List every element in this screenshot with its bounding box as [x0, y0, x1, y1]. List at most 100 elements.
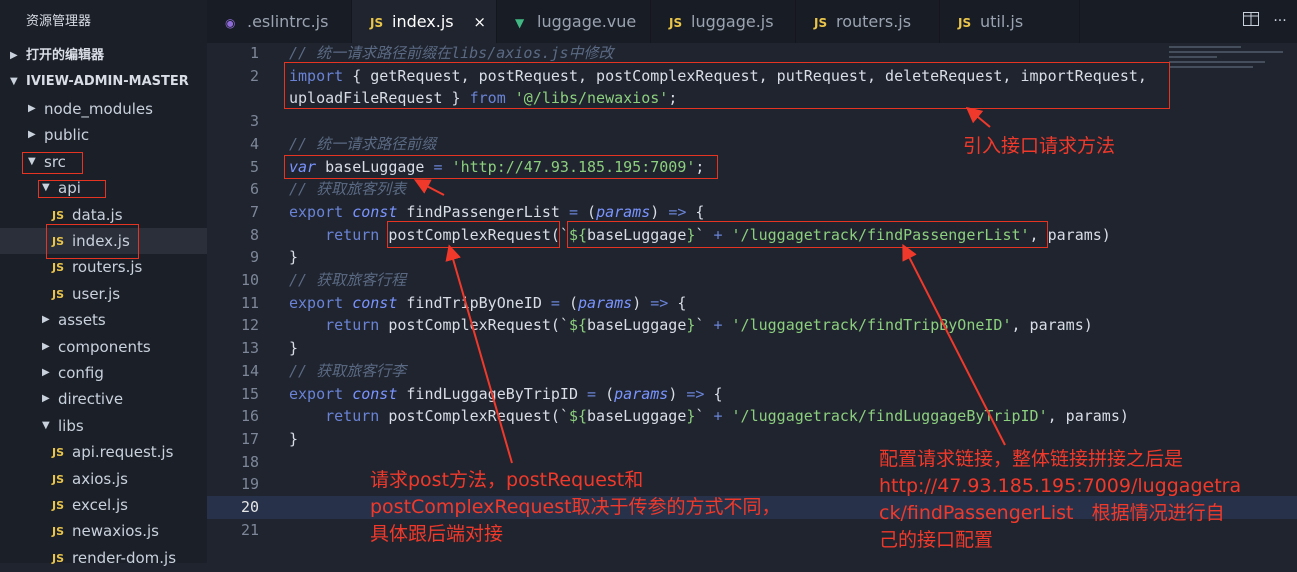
- code-text: export const findTripByOneID = (params) …: [289, 292, 686, 315]
- tab-label: .eslintrc.js: [247, 12, 329, 31]
- folder-item[interactable]: ▶ components: [0, 334, 207, 360]
- code-line[interactable]: uploadFileRequest } from '@/libs/newaxio…: [207, 87, 1297, 110]
- code-token: uploadFileRequest }: [289, 89, 470, 108]
- js-file-icon: JS: [52, 208, 65, 222]
- open-editors-section[interactable]: ▶ 打开的编辑器: [0, 43, 207, 69]
- folder-item[interactable]: ▼ libs: [0, 413, 207, 439]
- tab-label: luggage.js: [691, 12, 774, 31]
- line-number: 1: [249, 44, 259, 62]
- tab--eslintrc-js[interactable]: ◉ .eslintrc.js: [207, 0, 352, 43]
- file-item[interactable]: JS index.js: [0, 228, 207, 254]
- code-token: export: [289, 384, 344, 403]
- url-annotation-line-3: ck/findPassengerList 根据情况进行自: [879, 502, 1225, 524]
- tab-routers-js[interactable]: JS routers.js: [796, 0, 940, 43]
- tree-item-label: assets: [58, 311, 106, 330]
- code-token: =>: [686, 384, 705, 403]
- chevron-right-icon: ▶: [42, 393, 50, 405]
- code-line[interactable]: 4 // 统一请求路径前缀: [207, 133, 1297, 156]
- file-item[interactable]: JS routers.js: [0, 254, 207, 280]
- code-token: '/luggagetrack/findTripByOneID': [731, 316, 1012, 335]
- folder-item[interactable]: ▼ src: [0, 149, 207, 175]
- code-line[interactable]: 12 return postComplexRequest(`${baseLugg…: [207, 314, 1297, 337]
- file-item[interactable]: JS newaxios.js: [0, 518, 207, 544]
- line-number: 11: [240, 293, 259, 312]
- code-token: =>: [668, 202, 687, 221]
- code-text: return postComplexRequest(`${baseLuggage…: [289, 405, 1129, 428]
- code-line[interactable]: 11 export const findTripByOneID = (params…: [207, 292, 1297, 315]
- chevron-right-icon: ▶: [42, 314, 50, 326]
- code-token: `: [695, 225, 714, 244]
- code-text: return postComplexRequest(`${baseLuggage…: [289, 314, 1093, 337]
- tab-index-js[interactable]: JS index.js ×: [352, 0, 497, 43]
- chevron-down-icon: ▼: [42, 182, 50, 194]
- folder-item[interactable]: ▶ node_modules: [0, 96, 207, 122]
- url-annotation-line-1: 配置请求链接，整体链接拼接之后是: [879, 448, 1184, 470]
- code-line[interactable]: 16 return postComplexRequest(`${baseLugg…: [207, 405, 1297, 428]
- file-item[interactable]: JS user.js: [0, 281, 207, 307]
- code-line[interactable]: 5 var baseLuggage = 'http://47.93.185.195…: [207, 156, 1297, 179]
- code-token: // 获取旅客列表: [289, 180, 407, 199]
- code-text: // 获取旅客行程: [289, 269, 406, 292]
- js-file-icon: JS: [52, 261, 65, 275]
- code-line[interactable]: 8 return postComplexRequest(`${baseLugga…: [207, 224, 1297, 247]
- js-file-icon: JS: [52, 446, 65, 460]
- file-item[interactable]: JS axios.js: [0, 466, 207, 492]
- folder-item[interactable]: ▶ config: [0, 360, 207, 386]
- code-line[interactable]: 7 export const findPassengerList = (param…: [207, 201, 1297, 224]
- folder-item[interactable]: ▶ directive: [0, 386, 207, 412]
- tab-label: index.js: [392, 12, 454, 31]
- code-line[interactable]: 2 import { getRequest, postRequest, postC…: [207, 65, 1297, 88]
- code-text: import { getRequest, postRequest, postCo…: [289, 65, 1147, 88]
- file-item[interactable]: JS data.js: [0, 202, 207, 228]
- code-line[interactable]: 6 // 获取旅客列表: [207, 178, 1297, 201]
- chevron-right-icon: ▶: [42, 340, 50, 352]
- post-annotation-line-2: postComplexRequest取决于传参的方式不同，: [370, 496, 781, 518]
- minimap[interactable]: [1169, 43, 1289, 83]
- code-token: baseLuggage: [587, 407, 687, 426]
- js-icon: JS: [370, 16, 384, 30]
- code-line[interactable]: 3: [207, 110, 1297, 133]
- tab-luggage-vue[interactable]: ▼ luggage.vue: [497, 0, 651, 43]
- line-number: 21: [240, 520, 259, 539]
- folder-item[interactable]: ▼ api: [0, 175, 207, 201]
- tab-luggage-js[interactable]: JS luggage.js: [651, 0, 796, 43]
- code-token: ): [650, 202, 669, 221]
- code-line[interactable]: 10 // 获取旅客行程: [207, 269, 1297, 292]
- code-line[interactable]: 15 export const findLuggageByTripID = (pa…: [207, 383, 1297, 406]
- line-number: 16: [240, 407, 259, 426]
- more-actions-icon[interactable]: ···: [1271, 12, 1289, 30]
- code-token: {: [704, 384, 723, 403]
- code-line[interactable]: 9}: [207, 246, 1297, 269]
- folder-item[interactable]: ▶ assets: [0, 307, 207, 333]
- file-item[interactable]: JS render-dom.js: [0, 545, 207, 571]
- line-number: 19: [240, 475, 259, 494]
- folder-item[interactable]: ▶ public: [0, 122, 207, 148]
- code-token: export: [289, 293, 344, 312]
- tree-item-label: src: [44, 152, 66, 171]
- file-item[interactable]: JS api.request.js: [0, 439, 207, 465]
- chevron-right-icon: ▶: [10, 50, 18, 61]
- code-token: baseLuggage: [587, 316, 687, 335]
- code-token: // 获取旅客行程: [289, 271, 407, 289]
- js-file-icon: JS: [52, 287, 65, 301]
- code-token: }: [289, 339, 299, 358]
- code-line[interactable]: 13}: [207, 337, 1297, 360]
- project-section[interactable]: ▼ IVIEW-ADMIN-MASTER: [0, 69, 207, 95]
- code-line[interactable]: 14 // 获取旅客行李: [207, 360, 1297, 383]
- code-token: {: [686, 202, 705, 221]
- code-token: =: [568, 202, 578, 221]
- code-token: // 获取旅客行李: [289, 361, 407, 380]
- code-token: postComplexRequest(`: [379, 316, 569, 335]
- file-item[interactable]: JS excel.js: [0, 492, 207, 518]
- tab-util-js[interactable]: JS util.js: [940, 0, 1080, 43]
- code-line[interactable]: 1 // 统一请求路径前缀在libs/axios.js中修改: [207, 43, 1297, 65]
- url-annotation-line-2: http://47.93.185.195:7009/luggagetra: [879, 475, 1242, 497]
- split-editor-icon[interactable]: [1242, 12, 1260, 30]
- tree-item-label: newaxios.js: [72, 522, 159, 541]
- tree-item-label: axios.js: [72, 469, 128, 488]
- close-icon[interactable]: ×: [473, 0, 486, 44]
- code-token: ${: [568, 407, 588, 426]
